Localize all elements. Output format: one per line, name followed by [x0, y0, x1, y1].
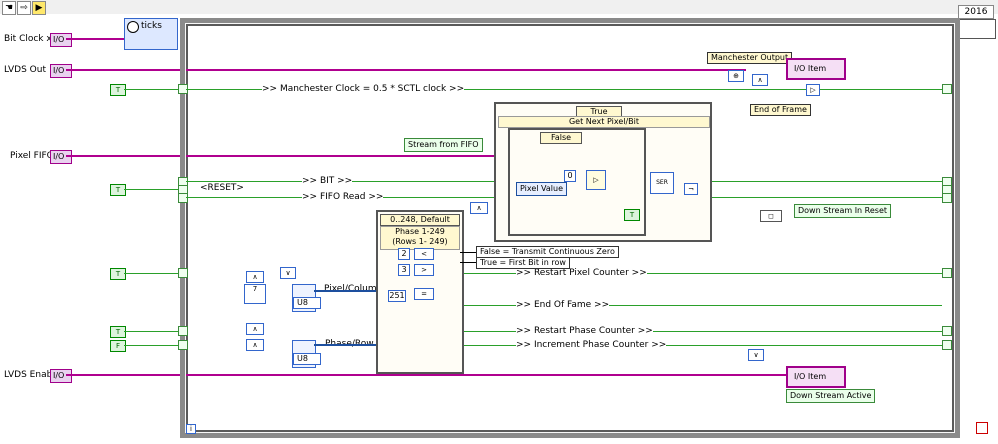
lvds-enable-wire [66, 374, 186, 376]
bool-wire [124, 89, 184, 90]
bit-clock-wire [66, 38, 130, 40]
u8-type: U8 [293, 353, 321, 365]
note-arrow [460, 252, 476, 253]
true-constant[interactable]: T [110, 326, 126, 338]
false-constant[interactable]: F [110, 340, 126, 352]
bool-wire [124, 345, 184, 346]
phase-counter-u8[interactable]: U8 [292, 340, 321, 368]
io-item-lvds-out[interactable]: I/O Item [786, 58, 846, 80]
and-gate-icon[interactable]: ∧ [246, 339, 264, 351]
stream-from-fifo[interactable]: Stream from FIFO [404, 138, 483, 152]
shift-register-left[interactable] [178, 340, 188, 350]
lvds-out-control[interactable]: I/O [50, 64, 72, 78]
fifo-read-label: >> FIFO Read >> [302, 192, 384, 202]
bool-wire [124, 331, 184, 332]
or-gate-icon[interactable]: ∨ [748, 349, 764, 361]
lvds-enable-control[interactable]: I/O [50, 369, 72, 383]
year-label: 2016 [958, 5, 994, 19]
pixel-fifo-wire [66, 155, 186, 157]
true-constant[interactable]: T [624, 209, 640, 221]
true-constant[interactable]: T [110, 268, 126, 280]
bit-index-icon[interactable]: SER [650, 172, 674, 194]
case-selector-false[interactable]: False [540, 132, 582, 144]
const-2[interactable]: 2 [398, 248, 410, 260]
shift-register-right[interactable] [942, 193, 952, 203]
not-gate-icon[interactable]: ¬ [684, 183, 698, 195]
shift-register-right[interactable] [942, 84, 952, 94]
counter-vi-icon[interactable]: 7 [244, 284, 266, 304]
bit-label: >> BIT >> [302, 176, 353, 186]
end-of-fame-label: >> End Of Fame >> [516, 300, 610, 310]
true-constant[interactable]: T [110, 184, 126, 196]
timed-loop-input-node[interactable]: ticks [124, 18, 178, 50]
lvds-enable-inner-wire [186, 374, 786, 376]
pixel-column-wire [314, 290, 384, 292]
case-selector[interactable]: 0..248, Default [380, 214, 460, 226]
shift-register-right[interactable] [942, 326, 952, 336]
pixel-fifo-label: Pixel FIFO [10, 151, 54, 161]
note-arrow [460, 262, 476, 263]
pixel-value-indicator[interactable]: Pixel Value [516, 182, 568, 196]
not-gate-icon[interactable]: ▷ [806, 84, 820, 96]
compare-icon[interactable]: > [414, 264, 434, 276]
const-0[interactable]: 0 [564, 170, 576, 182]
reset-label: <RESET> [200, 183, 244, 193]
reset-indicator-icon[interactable]: ◻ [760, 210, 782, 222]
io-item-lvds-enable[interactable]: I/O Item [786, 366, 846, 388]
bool-wire [124, 273, 184, 274]
increment-phase-label: >> Increment Phase Counter >> [516, 340, 667, 350]
shift-register-left[interactable] [178, 326, 188, 336]
clock-icon [127, 21, 139, 33]
pixel-fifo-inner-wire [186, 155, 496, 157]
u8-type: U8 [293, 297, 321, 309]
restart-phase-label: >> Restart Phase Counter >> [516, 326, 653, 336]
const-251[interactable]: 251 [388, 290, 406, 302]
or-gate-icon[interactable]: ∨ [280, 267, 296, 279]
pixel-fifo-control[interactable]: I/O [50, 150, 72, 164]
pixel-counter-u8[interactable]: U8 [292, 284, 321, 312]
down-stream-active[interactable]: Down Stream Active [786, 389, 876, 403]
ticks-label: ticks [141, 21, 162, 31]
and-gate-icon[interactable]: ∧ [470, 202, 488, 214]
shift-register-left[interactable] [178, 268, 188, 278]
end-of-frame-note: End of Frame [750, 104, 811, 116]
hand-icon[interactable]: ☚ [2, 1, 16, 15]
manchester-clock-label: >> Manchester Clock = 0.5 * SCTL clock >… [262, 84, 465, 94]
toolbar: ☚ ⇨ ▶ [0, 0, 998, 15]
select-icon[interactable]: ▷ [586, 170, 606, 190]
manchester-output-note: Manchester Output [707, 52, 793, 64]
get-next-title: Get Next Pixel/Bit [498, 116, 710, 128]
phase-title: Phase 1-249 (Rows 1- 249) [380, 226, 460, 250]
true-first-note: True = First Bit in row [476, 257, 570, 269]
pixel-column-label: Pixel/Column [324, 284, 383, 294]
compare-icon[interactable]: < [414, 248, 434, 260]
bit-clock-control[interactable]: I/O [50, 33, 72, 47]
and-gate-icon[interactable]: ∧ [246, 323, 264, 335]
pointer-icon[interactable]: ⇨ [17, 1, 31, 15]
iteration-terminal-icon[interactable]: i [186, 424, 196, 434]
shift-register-right[interactable] [942, 268, 952, 278]
and-gate-icon[interactable]: ∧ [246, 271, 264, 283]
down-stream-in-reset[interactable]: Down Stream In Reset [794, 204, 892, 218]
xor-gate-icon[interactable]: ⊕ [728, 70, 744, 82]
equal-icon[interactable]: = [414, 288, 434, 300]
true-constant[interactable]: T [110, 84, 126, 96]
lvds-out-label: LVDS Out [4, 65, 47, 75]
bool-wire [124, 189, 184, 190]
run-arrow-icon[interactable]: ▶ [32, 1, 46, 15]
shift-register-left[interactable] [178, 193, 188, 203]
frame-right-node[interactable] [956, 19, 996, 39]
lvds-out-wire [66, 69, 186, 71]
lvds-out-inner-wire [186, 69, 746, 71]
restart-pixel-label: >> Restart Pixel Counter >> [516, 268, 647, 278]
shift-register-right[interactable] [942, 340, 952, 350]
stop-terminal-icon[interactable] [976, 422, 988, 434]
phase-row-wire [314, 344, 376, 346]
const-3[interactable]: 3 [398, 264, 410, 276]
and-gate-icon[interactable]: ∧ [752, 74, 768, 86]
